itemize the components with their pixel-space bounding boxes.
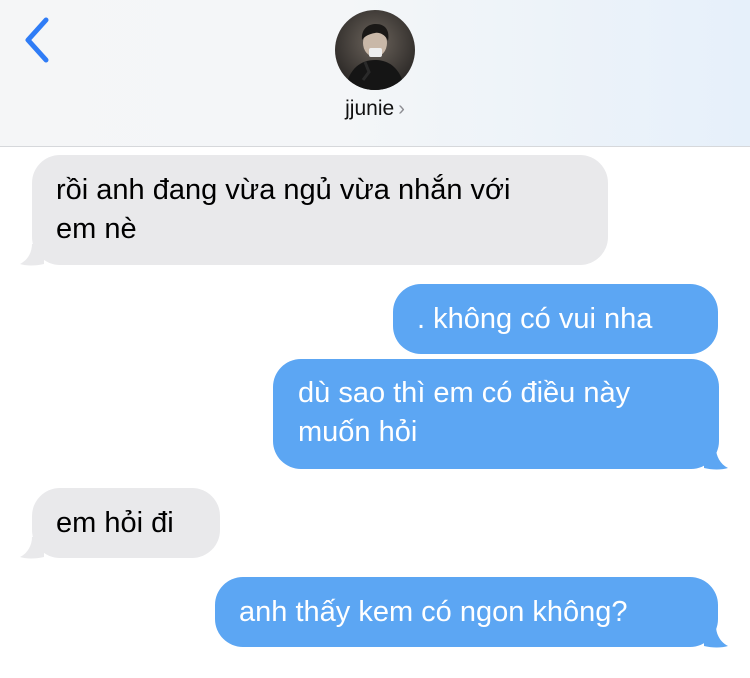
bubble-tail: [20, 537, 44, 559]
contact-name-row[interactable]: jjunie ›: [0, 97, 750, 121]
outgoing-message[interactable]: . không có vui nha: [393, 284, 718, 354]
message-text-line: muốn hỏi: [298, 416, 418, 448]
bubble-tail: [20, 244, 44, 266]
bubble-tail: [704, 448, 728, 470]
message-text-line: rồi anh đang vừa ngủ vừa nhắn với: [56, 174, 511, 206]
message-text-line: em nè: [56, 213, 137, 245]
incoming-message[interactable]: rồi anh đang vừa ngủ vừa nhắn với em nè: [32, 155, 608, 265]
message-text-line: anh thấy kem có ngon không?: [239, 596, 628, 628]
message-text-line: . không có vui nha: [417, 303, 653, 335]
avatar[interactable]: [335, 10, 415, 90]
back-button[interactable]: [18, 14, 58, 66]
chevron-left-icon: [25, 17, 49, 63]
message-text-line: em hỏi đi: [56, 507, 174, 539]
conversation-header: jjunie ›: [0, 0, 750, 147]
contact-name: jjunie: [345, 97, 395, 120]
outgoing-message[interactable]: dù sao thì em có điều này muốn hỏi: [273, 359, 719, 469]
outgoing-message[interactable]: anh thấy kem có ngon không?: [215, 577, 718, 647]
message-text-line: dù sao thì em có điều này: [298, 377, 631, 409]
bubble-tail: [704, 626, 728, 648]
chevron-right-icon: ›: [398, 98, 405, 120]
incoming-message[interactable]: em hỏi đi: [32, 488, 220, 558]
